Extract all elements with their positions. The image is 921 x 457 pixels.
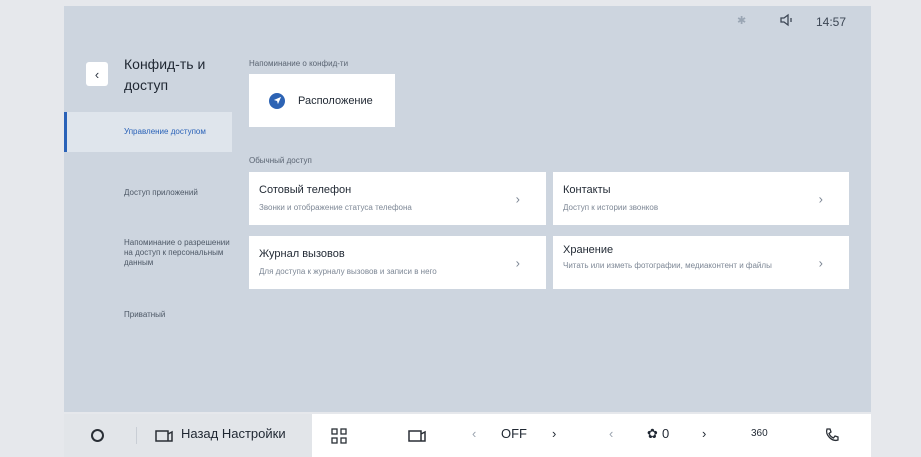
divider	[136, 427, 137, 444]
card-subtitle: Доступ к истории звонков	[563, 203, 659, 212]
access-card-storage[interactable]: Хранение Читать или изметь фотографии, м…	[553, 236, 849, 289]
sidebar-item-access-management[interactable]: Управление доступом	[64, 112, 232, 152]
location-card[interactable]: Расположение	[249, 74, 395, 127]
sidebar-item-permission-reminder[interactable]: Напоминание о разрешении на доступ к пер…	[64, 238, 234, 268]
bottom-bar: Назад Настройки ‹ OFF › ‹ ✿ 0 › 360	[64, 414, 871, 457]
apps-grid-icon[interactable]	[331, 428, 347, 444]
car-icon[interactable]	[407, 429, 427, 443]
card-subtitle: Звонки и отображение статуса телефона	[259, 203, 412, 212]
fan-icon: ✿	[647, 426, 658, 441]
sidebar-item-label: Напоминание о разрешении на доступ к пер…	[124, 238, 230, 267]
access-card-contacts[interactable]: Контакты Доступ к истории звонков ›	[553, 172, 849, 225]
access-card-cellphone[interactable]: Сотовый телефон Звонки и отображение ста…	[249, 172, 546, 225]
main-screen: ✱ 14:57 ‹ Конфид-ть и доступ Управление …	[64, 6, 871, 412]
card-title: Сотовый телефон	[259, 184, 352, 196]
car-seat-icon	[155, 430, 173, 442]
sidebar-item-label: Управление доступом	[124, 127, 206, 136]
status-bar: ✱ 14:57	[64, 6, 871, 34]
location-label: Расположение	[298, 94, 373, 107]
navigation-arrow-icon	[269, 92, 285, 109]
section-label-regular-access: Обычный доступ	[249, 156, 312, 165]
fan-speed-value: 0	[662, 426, 670, 441]
climate-mode-value: OFF	[501, 426, 527, 441]
fan-prev-button[interactable]: ‹	[609, 426, 613, 441]
card-title: Журнал вызовов	[259, 248, 345, 260]
back-button[interactable]: ‹	[86, 62, 108, 86]
fan-next-button[interactable]: ›	[702, 426, 706, 441]
climate-prev-button[interactable]: ‹	[472, 426, 476, 441]
chevron-right-icon: ›	[515, 255, 520, 270]
bluetooth-icon: ✱	[737, 15, 747, 27]
section-label-privacy-reminder: Напоминание о конфид-ти	[249, 59, 349, 68]
card-title: Хранение	[563, 244, 614, 256]
chevron-left-icon: ‹	[94, 66, 100, 82]
phone-icon[interactable]	[824, 428, 839, 443]
clock: 14:57	[816, 15, 847, 29]
chevron-right-icon: ›	[818, 191, 823, 206]
back-settings-button[interactable]: Назад Настройки	[181, 426, 286, 441]
climate-next-button[interactable]: ›	[552, 426, 556, 441]
sidebar-item-app-access[interactable]: Доступ приложений	[64, 188, 232, 198]
card-subtitle: Читать или изметь фотографии, медиаконте…	[563, 261, 772, 270]
view-360-button[interactable]: 360	[751, 428, 768, 439]
card-subtitle: Для доступа к журналу вызовов и записи в…	[259, 267, 437, 276]
chevron-right-icon: ›	[818, 255, 823, 270]
page-title: Конфид-ть и доступ	[124, 56, 206, 93]
home-icon[interactable]	[91, 429, 104, 442]
sidebar-item-label: Доступ приложений	[124, 188, 198, 197]
sidebar-item-private[interactable]: Приватный	[64, 310, 232, 320]
volume-icon	[780, 13, 792, 27]
card-title: Контакты	[563, 184, 611, 196]
chevron-right-icon: ›	[515, 191, 520, 206]
sidebar-item-label: Приватный	[124, 310, 166, 319]
access-card-call-log[interactable]: Журнал вызовов Для доступа к журналу выз…	[249, 236, 546, 289]
